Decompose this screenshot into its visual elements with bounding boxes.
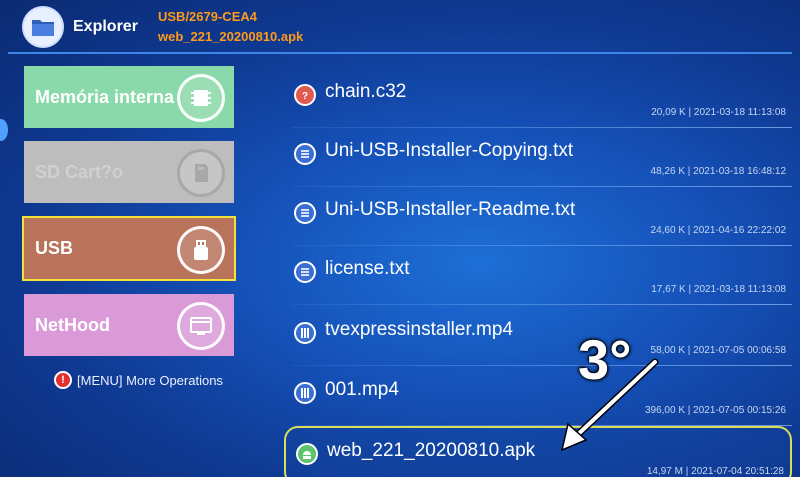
annotation-arrow-icon [560, 358, 659, 452]
step-annotation: 3° [578, 328, 632, 391]
